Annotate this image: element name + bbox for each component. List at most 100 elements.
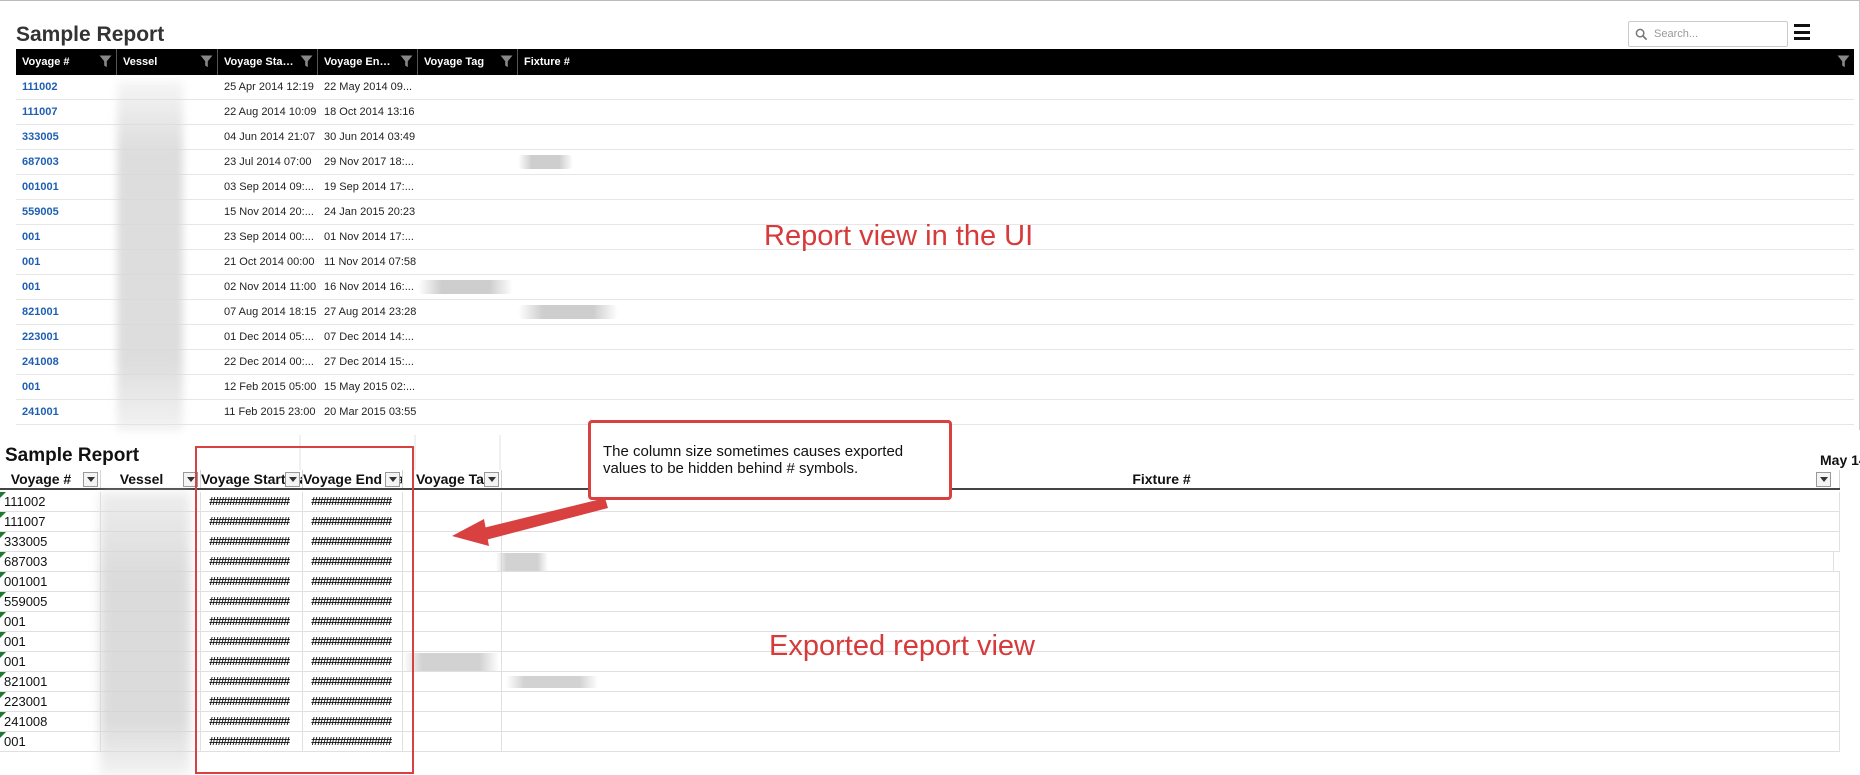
sheet-cell-voyage-end[interactable]: ############## [303, 672, 403, 691]
filter-dropdown-icon[interactable] [183, 472, 198, 487]
sheet-cell-voyage-tag[interactable] [403, 712, 502, 731]
voyage-link[interactable]: 241008 [22, 356, 59, 368]
sheet-cell-voyage-start[interactable]: ############## [201, 612, 303, 631]
table-row[interactable]: 001 02 Nov 2014 11:00 16 Nov 2014 16:... [16, 275, 1854, 300]
sheet-cell-voyage[interactable]: 001001 [0, 572, 101, 591]
table-row[interactable]: 111002 25 Apr 2014 12:19 22 May 2014 09... [16, 75, 1854, 100]
sheet-cell-fixture[interactable] [502, 532, 1840, 551]
sheet-cell-voyage-end[interactable]: ############## [303, 632, 403, 651]
filter-dropdown-icon[interactable] [285, 472, 300, 487]
sheet-column-voyage-end[interactable]: Voyage End Da [303, 470, 403, 488]
table-row[interactable]: 687003 23 Jul 2014 07:00 29 Nov 2017 18:..… [16, 150, 1854, 175]
menu-icon[interactable] [1794, 23, 1810, 41]
sheet-cell-fixture[interactable] [502, 692, 1840, 711]
sheet-cell-fixture[interactable] [502, 632, 1840, 651]
sheet-cell-fixture[interactable] [502, 732, 1840, 751]
table-row[interactable]: 001001 03 Sep 2014 09:... 19 Sep 2014 17:.… [16, 175, 1854, 200]
sheet-row[interactable]: 001001 ############## ############## [0, 572, 1840, 592]
sheet-cell-fixture[interactable] [502, 572, 1840, 591]
sheet-cell-voyage-tag[interactable] [403, 512, 502, 531]
sheet-cell-voyage-end[interactable]: ############## [303, 612, 403, 631]
filter-dropdown-icon[interactable] [484, 472, 499, 487]
voyage-link[interactable]: 687003 [22, 156, 59, 168]
sheet-cell-voyage-start[interactable]: ############## [201, 532, 303, 551]
sheet-cell-voyage-tag[interactable] [403, 612, 502, 631]
sheet-cell-fixture[interactable] [502, 712, 1840, 731]
sheet-cell-voyage[interactable]: 001 [0, 612, 101, 631]
filter-icon[interactable] [200, 55, 213, 68]
sheet-cell-voyage[interactable]: 001 [0, 732, 101, 751]
voyage-link[interactable]: 001 [22, 231, 40, 243]
sheet-cell-voyage-start[interactable]: ############## [201, 712, 303, 731]
filter-icon[interactable] [99, 55, 112, 68]
sheet-cell-voyage[interactable]: 111007 [0, 512, 101, 531]
table-row[interactable]: 333005 04 Jun 2014 21:07 30 Jun 2014 03:49 [16, 125, 1854, 150]
filter-dropdown-icon[interactable] [83, 472, 98, 487]
sheet-cell-voyage-start[interactable]: ############## [201, 672, 303, 691]
sheet-cell-voyage-end[interactable]: ############## [303, 572, 403, 591]
sheet-cell-voyage[interactable]: 333005 [0, 532, 101, 551]
table-row[interactable]: 223001 01 Dec 2014 05:... 07 Dec 2014 14:.… [16, 325, 1854, 350]
sheet-cell-voyage-end[interactable]: ############## [303, 512, 403, 531]
sheet-cell-voyage-end[interactable]: ############## [303, 712, 403, 731]
filter-icon[interactable] [400, 55, 413, 68]
sheet-row[interactable]: 001 ############## ############## [0, 732, 1840, 752]
sheet-column-voyage[interactable]: Voyage # [0, 470, 101, 488]
sheet-cell-voyage-end[interactable]: ############## [303, 732, 403, 751]
filter-dropdown-icon[interactable] [385, 472, 400, 487]
sheet-cell-voyage-tag[interactable] [403, 692, 502, 711]
voyage-link[interactable]: 333005 [22, 131, 59, 143]
column-header-vessel[interactable]: Vessel [117, 49, 218, 75]
sheet-cell-voyage[interactable]: 821001 [0, 672, 101, 691]
sheet-row[interactable]: 241008 ############## ############## [0, 712, 1840, 732]
sheet-cell-voyage-end[interactable]: ############## [303, 592, 403, 611]
column-header-voyage-tag[interactable]: Voyage Tag [418, 49, 518, 75]
filter-icon[interactable] [300, 55, 313, 68]
sheet-cell-voyage-tag[interactable] [403, 532, 502, 551]
sheet-column-voyage-start[interactable]: Voyage Start Da [201, 470, 303, 488]
sheet-cell-voyage[interactable]: 559005 [0, 592, 101, 611]
sheet-cell-voyage-tag[interactable] [403, 592, 502, 611]
sheet-cell-voyage-tag[interactable] [403, 632, 502, 651]
sheet-row[interactable]: 687003 ############## ############## [0, 552, 1840, 572]
table-row[interactable]: 241008 22 Dec 2014 00:... 27 Dec 2014 15:.… [16, 350, 1854, 375]
table-row[interactable]: 821001 07 Aug 2014 18:15 27 Aug 2014 23:28 [16, 300, 1854, 325]
filter-icon[interactable] [1837, 55, 1850, 68]
sheet-row[interactable]: 821001 ############## ############## [0, 672, 1840, 692]
sheet-cell-voyage-start[interactable]: ############## [201, 592, 303, 611]
voyage-link[interactable]: 111002 [22, 81, 58, 93]
search-box[interactable] [1628, 21, 1788, 47]
sheet-cell-voyage-start[interactable]: ############## [201, 652, 303, 671]
sheet-row[interactable]: 333005 ############## ############## [0, 532, 1840, 552]
sheet-cell-fixture[interactable] [496, 552, 1834, 571]
sheet-cell-fixture[interactable] [502, 592, 1840, 611]
voyage-link[interactable]: 241001 [22, 406, 59, 418]
column-header-voyage-end[interactable]: Voyage End ... [318, 49, 418, 75]
voyage-link[interactable]: 821001 [22, 306, 59, 318]
sheet-cell-voyage[interactable]: 241008 [0, 712, 101, 731]
sheet-cell-voyage[interactable]: 687003 [0, 552, 101, 571]
sheet-row[interactable]: 223001 ############## ############## [0, 692, 1840, 712]
sheet-column-vessel[interactable]: Vessel [101, 470, 201, 488]
voyage-link[interactable]: 001001 [22, 181, 59, 193]
sheet-cell-voyage-end[interactable]: ############## [303, 692, 403, 711]
table-row[interactable]: 001 21 Oct 2014 00:00 11 Nov 2014 07:58 [16, 250, 1854, 275]
sheet-row[interactable]: 559005 ############## ############## [0, 592, 1840, 612]
filter-dropdown-icon[interactable] [1816, 472, 1831, 487]
voyage-link[interactable]: 559005 [22, 206, 59, 218]
search-input[interactable] [1654, 28, 1784, 40]
sheet-cell-voyage-tag[interactable] [403, 572, 502, 591]
sheet-cell-voyage-start[interactable]: ############## [201, 552, 303, 571]
sheet-row[interactable]: 001 ############## ############## [0, 612, 1840, 632]
sheet-cell-voyage[interactable]: 223001 [0, 692, 101, 711]
sheet-cell-voyage-tag[interactable] [403, 732, 502, 751]
sheet-cell-fixture[interactable] [502, 672, 1840, 691]
sheet-row[interactable]: 111007 ############## ############## [0, 512, 1840, 532]
sheet-cell-fixture[interactable] [502, 612, 1840, 631]
sheet-cell-voyage[interactable]: 001 [0, 652, 101, 671]
table-row[interactable]: 111007 22 Aug 2014 10:09 18 Oct 2014 13:16 [16, 100, 1854, 125]
voyage-link[interactable]: 001 [22, 281, 40, 293]
sheet-cell-voyage-start[interactable]: ############## [201, 572, 303, 591]
sheet-cell-voyage-start[interactable]: ############## [201, 492, 303, 511]
sheet-cell-voyage-start[interactable]: ############## [201, 692, 303, 711]
